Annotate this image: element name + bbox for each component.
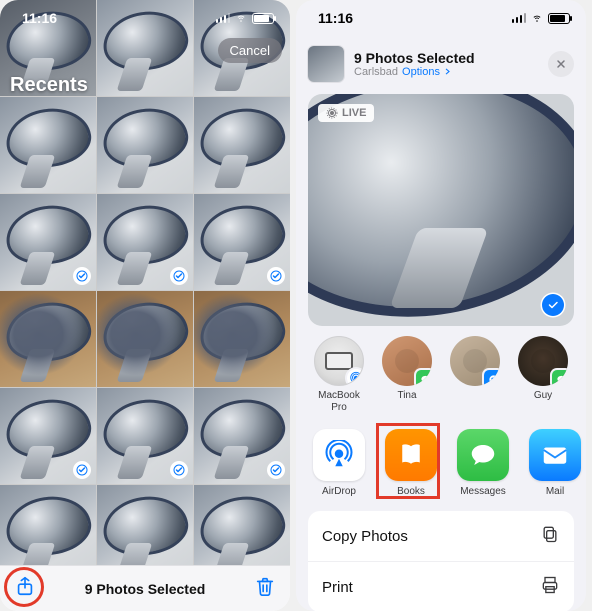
battery-icon [548,13,570,24]
msg-badge-icon [416,370,432,386]
wifi-icon [234,10,248,26]
photo-thumbnail[interactable] [0,388,96,484]
status-right [512,10,571,26]
selected-checkmark-icon [73,267,91,285]
cellular-icon [512,13,527,23]
messages-icon [457,429,509,481]
share-contact[interactable]: MacBook Pro [310,336,368,413]
share-location: Carlsbad [354,66,398,78]
avatar [314,336,364,386]
photo-thumbnail[interactable] [0,97,96,193]
copy-icon [540,524,560,548]
photo-preview[interactable]: LIVE [308,94,574,326]
status-bar: 11:16 [296,0,586,36]
contact-label: Guy [534,390,552,402]
photo-thumbnail[interactable] [194,97,290,193]
share-app-airdrop[interactable]: AirDrop [310,429,368,497]
share-header-thumbnail [308,46,344,82]
selected-checkmark-icon [267,267,285,285]
trash-button[interactable] [254,575,276,602]
photo-thumbnail[interactable] [194,388,290,484]
msg-badge-icon [552,370,568,386]
status-bar: 11:16 [0,0,290,36]
photo-thumbnail[interactable] [0,194,96,290]
status-time: 11:16 [318,10,353,26]
photo-thumbnail[interactable] [97,194,193,290]
photo-thumbnail[interactable] [194,194,290,290]
share-button[interactable] [14,575,36,602]
share-title: 9 Photos Selected [354,50,538,66]
books-icon [385,429,437,481]
share-app-mail[interactable]: Mail [526,429,584,497]
avatar [450,336,500,386]
cancel-button[interactable]: Cancel [218,38,282,63]
share-contact[interactable] [582,336,586,413]
airdrop-icon [313,429,365,481]
share-sheet-screen: 11:16 9 Photos Selected Carlsbad Options [296,0,586,611]
share-apps-row[interactable]: AirDrop Books Messages Mail [296,421,586,503]
selected-checkmark-icon [542,294,564,316]
options-button[interactable]: Options [402,66,452,78]
contact-label: MacBook Pro [310,390,368,413]
airdrop-badge-icon [347,369,364,386]
action-copy[interactable]: Copy Photos [308,511,574,562]
action-label: Print [322,579,353,596]
contact-label: Tina [397,390,416,402]
airdrop-contacts-row[interactable]: MacBook Pro Tina Guy [296,334,586,421]
photos-app-screen: 11:16 Cancel Recents 9 Photos Selected [0,0,290,611]
avatar [382,336,432,386]
share-actions-list: Copy Photos Print [308,511,574,611]
status-right [216,10,275,26]
wifi-icon [530,10,544,26]
action-print[interactable]: Print [308,562,574,611]
close-button[interactable] [548,51,574,77]
skype-badge-icon [484,370,500,386]
bottom-toolbar: 9 Photos Selected [0,565,290,611]
share-header: 9 Photos Selected Carlsbad Options [296,36,586,88]
app-label: Books [397,486,425,497]
share-app-messages[interactable]: Messages [454,429,512,497]
selected-checkmark-icon [170,267,188,285]
print-icon [540,575,560,599]
live-photo-badge: LIVE [318,104,374,122]
app-label: Messages [460,486,506,497]
photo-thumbnail[interactable] [194,291,290,387]
selected-checkmark-icon [73,461,91,479]
action-label: Copy Photos [322,528,408,545]
app-label: Mail [546,486,564,497]
photo-thumbnail[interactable] [194,485,290,565]
share-app-books[interactable]: Books [382,429,440,497]
photo-thumbnail[interactable] [97,388,193,484]
status-time: 11:16 [22,10,57,26]
photo-thumbnail[interactable] [97,97,193,193]
selected-checkmark-icon [170,461,188,479]
selected-checkmark-icon [267,461,285,479]
selection-count: 9 Photos Selected [85,581,206,597]
mail-icon [529,429,581,481]
share-contact[interactable] [446,336,504,413]
photo-thumbnail[interactable] [0,291,96,387]
avatar [518,336,568,386]
album-title: Recents [10,74,88,97]
cellular-icon [216,13,231,23]
photo-thumbnail[interactable] [0,485,96,565]
share-contact[interactable]: Tina [378,336,436,413]
photo-thumbnail[interactable] [97,485,193,565]
app-label: AirDrop [322,486,356,497]
battery-icon [252,13,274,24]
share-contact[interactable]: Guy [514,336,572,413]
photo-thumbnail[interactable] [97,291,193,387]
